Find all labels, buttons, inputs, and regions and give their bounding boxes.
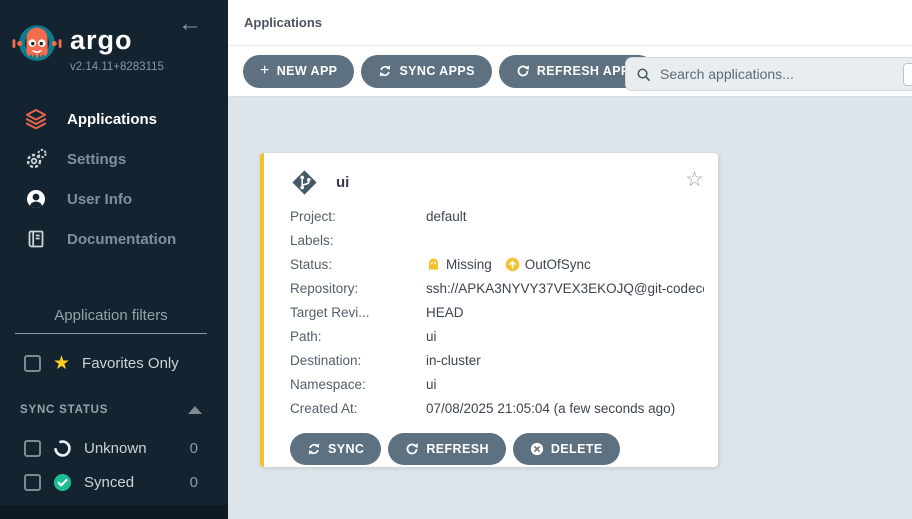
favorites-checkbox[interactable] bbox=[24, 355, 41, 372]
plus-icon: + bbox=[260, 63, 270, 79]
favorites-label: Favorites Only bbox=[82, 355, 179, 372]
sidebar-item-label: Settings bbox=[67, 151, 126, 168]
version-label: v2.14.11+8283115 bbox=[70, 61, 164, 73]
health-status-text: Missing bbox=[446, 257, 492, 272]
application-card-ui[interactable]: ui ☆ Project: default Labels: Status: Mi… bbox=[260, 153, 718, 467]
card-actions: SYNC REFRESH DELETE bbox=[290, 433, 704, 465]
brand-title: argo bbox=[70, 27, 164, 54]
refresh-button[interactable]: REFRESH bbox=[388, 433, 506, 465]
favorite-star-icon[interactable]: ☆ bbox=[685, 169, 704, 190]
field-target-revision: Target Revi... HEAD bbox=[290, 300, 704, 324]
filter-option-label: Unknown bbox=[84, 440, 147, 457]
breadcrumb: Applications bbox=[244, 15, 322, 30]
field-status: Status: Missing OutOfSync bbox=[290, 252, 704, 276]
favorites-filter-row[interactable]: ★ Favorites Only bbox=[0, 351, 228, 375]
delete-button[interactable]: DELETE bbox=[513, 433, 620, 465]
synced-checkbox[interactable] bbox=[24, 474, 41, 491]
sync-arrows-icon bbox=[378, 64, 392, 78]
sidebar-item-user-info[interactable]: User Info bbox=[0, 179, 228, 219]
sidebar-item-label: Applications bbox=[67, 111, 157, 128]
new-app-button[interactable]: + NEW APP bbox=[243, 55, 354, 88]
sidebar-item-settings[interactable]: Settings bbox=[0, 139, 228, 179]
sync-apps-label: SYNC APPS bbox=[399, 64, 474, 78]
search-input[interactable] bbox=[660, 66, 912, 82]
sidebar: argo v2.14.11+8283115 ← Applications bbox=[0, 0, 228, 519]
logo-row: argo v2.14.11+8283115 ← bbox=[0, 0, 228, 73]
ghost-missing-icon bbox=[426, 257, 441, 272]
layers-icon bbox=[22, 107, 49, 131]
unknown-status-icon bbox=[53, 439, 72, 458]
sidebar-item-label: Documentation bbox=[67, 231, 176, 248]
filter-option-unknown[interactable]: Unknown 0 bbox=[0, 431, 228, 465]
unknown-checkbox[interactable] bbox=[24, 440, 41, 457]
refresh-label: REFRESH bbox=[426, 442, 489, 456]
field-project: Project: default bbox=[290, 204, 704, 228]
sidebar-bottom-strip bbox=[0, 505, 228, 519]
sync-label: SYNC bbox=[328, 442, 364, 456]
user-icon bbox=[22, 187, 49, 211]
filters-title: Application filters bbox=[15, 307, 207, 334]
sync-button[interactable]: SYNC bbox=[290, 433, 381, 465]
argo-octopus-logo-icon bbox=[12, 18, 62, 72]
filter-option-synced[interactable]: Synced 0 bbox=[0, 465, 228, 499]
times-circle-icon bbox=[530, 442, 544, 456]
refresh-icon bbox=[516, 64, 530, 78]
filter-option-label: Synced bbox=[84, 474, 134, 491]
gear-icon bbox=[22, 147, 49, 171]
refresh-apps-label: REFRESH APPS bbox=[537, 64, 639, 78]
synced-status-icon bbox=[53, 473, 72, 492]
slash-shortcut-hint: / bbox=[903, 63, 912, 86]
card-header: ui ☆ bbox=[290, 167, 704, 197]
search-box[interactable]: / bbox=[625, 57, 912, 91]
sync-status-text: OutOfSync bbox=[525, 257, 591, 272]
sync-status-section-header[interactable]: SYNC STATUS bbox=[0, 401, 228, 419]
field-namespace: Namespace: ui bbox=[290, 372, 704, 396]
toolbar: + NEW APP SYNC APPS REFRESH APPS / bbox=[228, 46, 912, 97]
field-repository: Repository: ssh://APKA3NYVY37VEX3EKOJQ@g… bbox=[290, 276, 704, 300]
book-icon bbox=[22, 227, 49, 251]
filter-option-count: 0 bbox=[190, 440, 228, 457]
field-path: Path: ui bbox=[290, 324, 704, 348]
collapse-sidebar-icon[interactable]: ← bbox=[178, 12, 202, 36]
collapse-caret-icon[interactable] bbox=[188, 406, 202, 414]
sidebar-item-applications[interactable]: Applications bbox=[0, 99, 228, 139]
field-labels: Labels: bbox=[290, 228, 704, 252]
sidebar-nav: Applications Settings bbox=[0, 99, 228, 259]
git-branch-diamond-icon bbox=[290, 168, 319, 197]
sync-status-title: SYNC STATUS bbox=[20, 404, 108, 416]
card-fields: Project: default Labels: Status: Missing… bbox=[290, 204, 704, 420]
sidebar-item-documentation[interactable]: Documentation bbox=[0, 219, 228, 259]
search-icon bbox=[636, 67, 651, 82]
breadcrumb-bar: Applications bbox=[228, 0, 912, 46]
star-icon: ★ bbox=[53, 354, 70, 373]
filter-option-count: 0 bbox=[190, 474, 228, 491]
refresh-icon bbox=[405, 442, 419, 456]
sidebar-item-label: User Info bbox=[67, 191, 132, 208]
field-destination: Destination: in-cluster bbox=[290, 348, 704, 372]
outofsync-arrow-icon bbox=[505, 257, 520, 272]
sync-apps-button[interactable]: SYNC APPS bbox=[361, 55, 491, 88]
delete-label: DELETE bbox=[551, 442, 603, 456]
new-app-label: NEW APP bbox=[277, 64, 338, 78]
app-name: ui bbox=[336, 174, 349, 191]
field-created-at: Created At: 07/08/2025 21:05:04 (a few s… bbox=[290, 396, 704, 420]
sync-arrows-icon bbox=[307, 442, 321, 456]
